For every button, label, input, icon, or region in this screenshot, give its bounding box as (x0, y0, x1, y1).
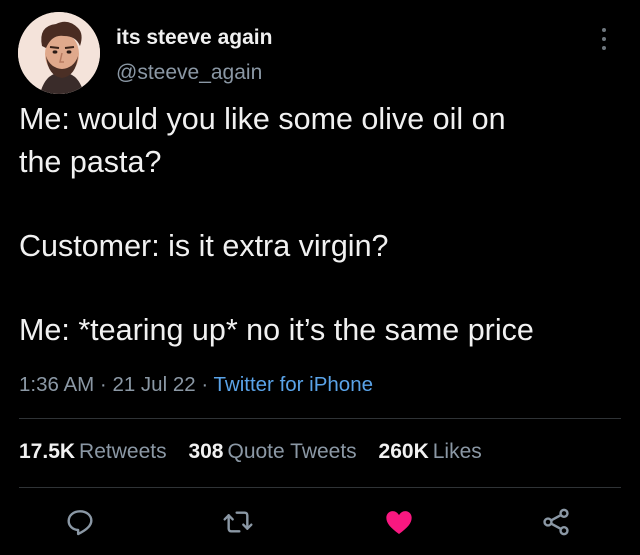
retweet-icon[interactable] (222, 506, 254, 538)
divider (19, 487, 621, 488)
likes-label: Likes (432, 440, 482, 463)
tweet-line: the pasta? (19, 145, 162, 179)
author-handle[interactable]: @steeve_again (116, 61, 262, 85)
quote-tweets-count: 308 (188, 440, 224, 463)
tweet-line: Me: *tearing up* no it’s the same price (19, 313, 534, 347)
heart-filled-icon[interactable] (383, 506, 415, 538)
avatar[interactable] (18, 12, 100, 94)
tweet-line: Customer: is it extra virgin? (19, 229, 389, 263)
tweet-meta: 1:36 AM · 21 Jul 22 · Twitter for iPhone (19, 373, 373, 397)
meta-separator: · (195, 373, 214, 396)
likes-stat[interactable]: 260K Likes (379, 440, 482, 464)
retweets-label: Retweets (79, 440, 167, 463)
retweets-count: 17.5K (19, 440, 76, 463)
author-display-name[interactable]: its steeve again (116, 26, 272, 50)
tweet-time[interactable]: 1:36 AM (19, 373, 94, 396)
retweets-stat[interactable]: 17.5K Retweets (19, 440, 167, 464)
more-vertical-icon[interactable] (596, 24, 612, 54)
likes-count: 260K (378, 440, 429, 463)
tweet-source-link[interactable]: Twitter for iPhone (214, 373, 374, 396)
tweet: its steeve again @steeve_again Me: would… (0, 0, 640, 555)
avatar-illustration (18, 12, 100, 94)
divider (19, 418, 621, 419)
tweet-stats: 17.5K Retweets 308 Quote Tweets 260K Likes (19, 440, 498, 464)
share-icon[interactable] (540, 506, 572, 538)
reply-icon[interactable] (64, 506, 96, 538)
quote-tweets-label: Quote Tweets (227, 440, 357, 463)
quote-tweets-stat[interactable]: 308 Quote Tweets (188, 440, 356, 464)
meta-separator: · (94, 373, 113, 396)
tweet-line: Me: would you like some olive oil on (19, 102, 506, 136)
tweet-text: Me: would you like some olive oil on the… (19, 98, 629, 352)
tweet-date[interactable]: 21 Jul 22 (112, 373, 195, 396)
